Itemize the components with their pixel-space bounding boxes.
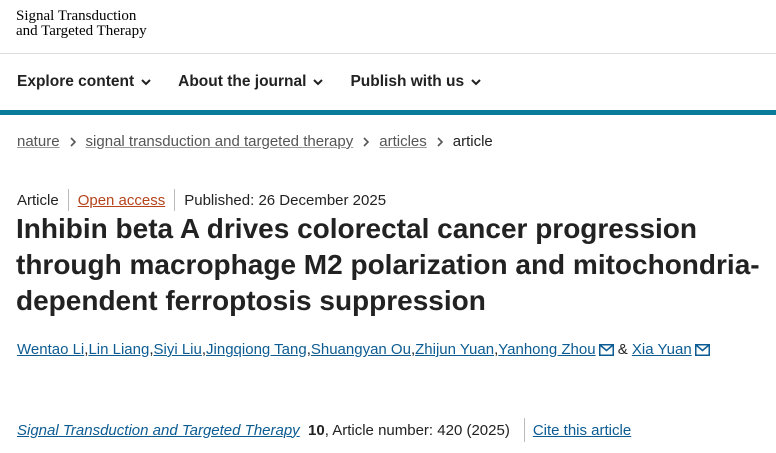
author-and: & (613, 341, 632, 358)
chevron-right-icon (437, 136, 443, 147)
citation-volume: 10 (308, 421, 325, 439)
author-list: Wentao Li, Lin Liang, Siyi Liu, Jingqion… (17, 341, 710, 358)
nav-item-label: Publish with us (350, 73, 465, 90)
nav-item-label: Explore content (17, 73, 135, 90)
logo-line-1: Signal Transduction (16, 8, 137, 24)
nav-about-the-journal[interactable]: About the journal (178, 73, 324, 91)
journal-name-link[interactable]: Signal Transduction and Targeted Therapy (17, 422, 300, 439)
mail-icon[interactable] (694, 343, 710, 356)
chevron-right-icon (69, 136, 76, 147)
journal-logo[interactable]: Signal Transduction and Targeted Therapy (16, 9, 147, 39)
open-access-link[interactable]: Open access (78, 192, 166, 209)
breadcrumb-nature[interactable]: nature (17, 133, 60, 150)
mail-icon[interactable] (598, 343, 614, 356)
article-meta: Article Open access Published: 26 Decemb… (17, 189, 386, 211)
author-link[interactable]: Wentao Li (17, 341, 84, 358)
author-link[interactable]: Lin Liang (88, 341, 149, 358)
nav-explore-content[interactable]: Explore content (17, 73, 152, 91)
cite-this-article-link[interactable]: Cite this article (533, 422, 631, 439)
author-link[interactable]: Shuangyan Ou (311, 341, 411, 358)
meta-divider (67, 189, 69, 211)
citation-details: , Article number: 420 (2025) (324, 421, 510, 439)
article-title: Inhibin beta A drives colorectal cancer … (16, 213, 760, 316)
nav-accent-bar (0, 110, 776, 115)
author-link[interactable]: Yanhong Zhou (498, 341, 595, 358)
chevron-right-icon (363, 136, 370, 147)
logo-line-2: and Targeted Therapy (16, 23, 147, 39)
author-link[interactable]: Siyi Liu (154, 341, 202, 358)
breadcrumb-articles[interactable]: articles (379, 133, 427, 150)
citation-line: Signal Transduction and Targeted Therapy… (17, 418, 631, 442)
volume-spacer (300, 422, 308, 439)
author-link[interactable]: Zhijun Yuan (415, 341, 494, 358)
masthead: Signal Transduction and Targeted Therapy (0, 0, 776, 54)
author-link[interactable]: Jingqiong Tang (206, 341, 307, 358)
article-type: Article (17, 191, 59, 209)
nav-publish-with-us[interactable]: Publish with us (350, 73, 482, 91)
chevron-down-icon (313, 79, 324, 86)
breadcrumb-journal[interactable]: signal transduction and targeted therapy (86, 133, 354, 150)
meta-divider (174, 189, 176, 211)
author-link[interactable]: Xia Yuan (632, 341, 692, 358)
chevron-down-icon (471, 79, 481, 86)
nav-item-label: About the journal (178, 73, 307, 90)
citation-divider (523, 418, 525, 442)
breadcrumb-current: article (452, 133, 493, 150)
main-nav: Explore content About the journal Publis… (0, 54, 776, 110)
published-date: Published: 26 December 2025 (184, 191, 387, 209)
breadcrumb: nature signal transduction and targeted … (17, 133, 493, 150)
chevron-down-icon (141, 79, 151, 86)
